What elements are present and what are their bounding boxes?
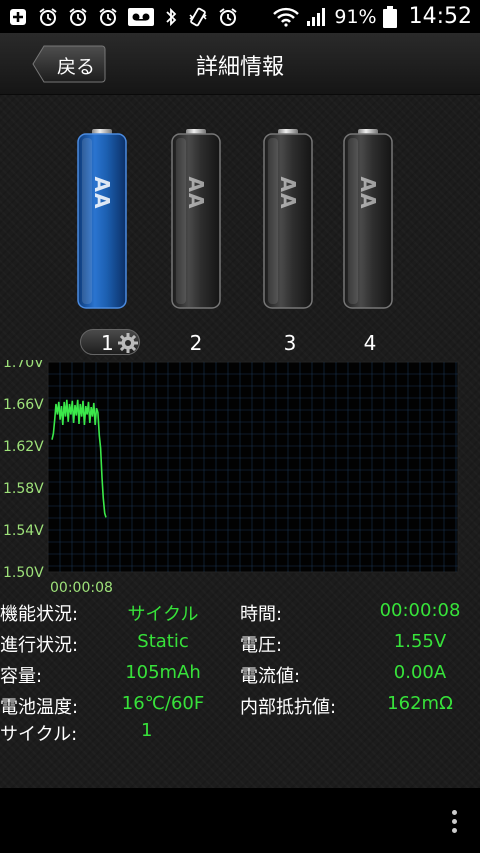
function-status-label: 機能状況:: [0, 604, 79, 625]
page-title: 詳細情報: [195, 55, 284, 80]
slot-1-selector[interactable]: 1: [80, 329, 140, 355]
capacity-value: 105mAh: [125, 662, 201, 683]
voicemail-icon: [128, 7, 154, 27]
current-label: 電流値:: [240, 666, 301, 687]
info-row-capacity: 容量: 105mAh 電流値: 0.00A: [0, 662, 480, 692]
add-box-icon: [8, 7, 28, 27]
cycle-label: サイクル:: [0, 724, 78, 745]
y-tick-label: 1.66V: [3, 397, 44, 413]
y-tick-label: 1.58V: [3, 481, 44, 497]
chart-x-label: 00:00:08: [50, 580, 113, 596]
battery-temp-value: 16℃/60F: [121, 693, 205, 714]
battery-slot-1[interactable]: AA: [76, 129, 128, 313]
gear-icon[interactable]: [117, 332, 139, 354]
function-status-value: サイクル: [127, 604, 199, 625]
info-row-progress: 進行状況: Static 電圧: 1.55V: [0, 631, 480, 661]
battery-4-label: AA: [356, 176, 380, 210]
alarm-icon: [218, 7, 238, 27]
main-panel: AA AA AA AA 1 2 3 4 1.70V 1.66V 1.62V 1.…: [0, 95, 480, 788]
progress-status-value: Static: [137, 631, 189, 652]
info-row-cycle: サイクル: 1: [0, 720, 480, 750]
status-bar: 91% 14:52: [0, 0, 480, 33]
battery-temp-label: 電池温度:: [0, 697, 79, 718]
slot-4-number[interactable]: 4: [350, 331, 390, 355]
battery-slot-3[interactable]: AA: [262, 129, 314, 313]
battery-percent: 91%: [334, 5, 377, 28]
wifi-icon: [272, 7, 300, 27]
slot-2-number[interactable]: 2: [176, 331, 216, 355]
battery-2-label: AA: [184, 176, 208, 210]
y-tick-label: 1.62V: [3, 439, 44, 455]
current-value: 0.00A: [393, 662, 447, 683]
battery-slot-2[interactable]: AA: [170, 129, 222, 313]
slot-1-number: 1: [101, 331, 114, 355]
battery-3-label: AA: [276, 176, 300, 210]
y-tick-label: 1.50V: [3, 565, 44, 581]
chart-plot-area: [47, 361, 459, 573]
voltage-chart: 1.70V 1.66V 1.62V 1.58V 1.54V 1.50V 00:00:08: [3, 360, 459, 596]
info-row-function: 機能状況: サイクル 時間: 00:00:08: [0, 600, 480, 630]
header: 戻る 詳細情報: [0, 33, 480, 95]
voltage-label: 電圧:: [240, 635, 283, 656]
cycle-value: 1: [141, 720, 153, 741]
y-tick-label: 1.70V: [3, 360, 44, 371]
vibrate-icon: [188, 7, 208, 27]
clock: 14:52: [408, 4, 472, 29]
capacity-label: 容量:: [0, 666, 43, 687]
internal-resistance-value: 162mΩ: [387, 693, 453, 714]
progress-status-label: 進行状況:: [0, 635, 79, 656]
internal-resistance-label: 内部抵抗値:: [240, 697, 337, 718]
time-label: 時間:: [240, 604, 283, 625]
chart-y-ticks: 1.70V 1.66V 1.62V 1.58V 1.54V 1.50V: [3, 360, 44, 581]
battery-slot-4[interactable]: AA: [342, 129, 394, 313]
slot-3-number[interactable]: 3: [270, 331, 310, 355]
alarm-icon: [38, 7, 58, 27]
bluetooth-icon: [164, 7, 178, 27]
overflow-menu-icon[interactable]: [448, 810, 460, 836]
alarm-icon: [98, 7, 118, 27]
voltage-value: 1.55V: [393, 631, 447, 652]
alarm-icon: [68, 7, 88, 27]
battery-icon: [382, 5, 397, 28]
info-row-temperature: 電池温度: 16℃/60F 内部抵抗値: 162mΩ: [0, 693, 480, 723]
signal-icon: [306, 7, 328, 27]
battery-1-label: AA: [90, 176, 114, 210]
y-tick-label: 1.54V: [3, 523, 44, 539]
time-value: 00:00:08: [379, 600, 461, 621]
bottom-bar: [0, 788, 480, 853]
